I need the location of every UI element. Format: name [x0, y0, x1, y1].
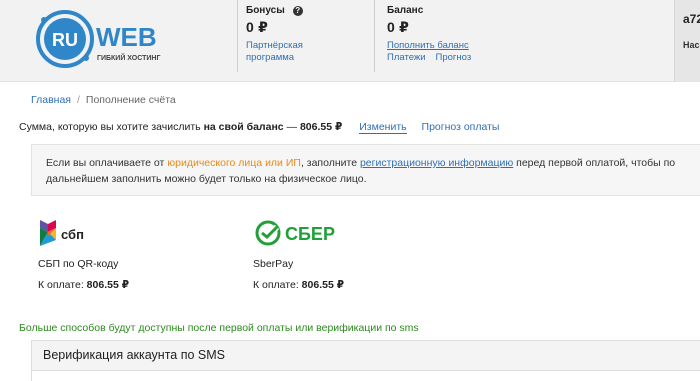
partner-program-line1: Партнёрская: [246, 40, 303, 51]
amount-value: 806.55 ₽: [299, 121, 343, 133]
more-methods-info: Больше способов будут доступны после пер…: [19, 322, 419, 334]
sberpay-price-label: К оплате:: [253, 279, 299, 291]
sbp-logo-text: сбп: [61, 227, 84, 242]
amount-bold: на свой баланс: [203, 121, 284, 133]
payment-forecast-link[interactable]: Прогноз оплаты: [422, 121, 500, 133]
notice-text-1: Если вы оплачиваете от: [46, 157, 165, 169]
user-menu[interactable]: a72 Нас: [674, 0, 700, 82]
balance-label: Баланс: [387, 5, 424, 16]
amount-prefix: Сумма, которую вы хотите зачислить: [19, 121, 201, 133]
bonus-label: Бонусы: [246, 5, 285, 16]
sbp-price: К оплате: 806.55 ₽: [38, 279, 198, 291]
sbp-logo: сбп: [38, 218, 198, 248]
partner-program-line2: программа: [246, 52, 295, 63]
sbp-price-label: К оплате:: [38, 279, 84, 291]
notice-text-4: дальнейшем заполнить можно будет только …: [46, 173, 367, 185]
change-amount-link[interactable]: Изменить: [359, 121, 407, 134]
amount-dash: —: [286, 121, 298, 133]
breadcrumb-separator: /: [76, 94, 80, 106]
logo-ru-text: RU: [52, 30, 78, 50]
breadcrumb-current: Пополнение счёта: [85, 94, 176, 106]
sberpay-name: SberPay: [253, 258, 294, 270]
breadcrumb-home-link[interactable]: Главная: [31, 94, 71, 106]
sberpay-price: К оплате: 806.55 ₽: [253, 279, 413, 291]
partner-program-link[interactable]: Партнёрская программа: [246, 40, 366, 64]
forecast-link[interactable]: Прогноз: [436, 52, 472, 64]
breadcrumb: Главная / Пополнение счёта: [31, 94, 176, 106]
topup-balance-link[interactable]: Пополнить баланс: [387, 40, 529, 52]
balance-value: 0 ₽: [387, 19, 410, 35]
amount-line: Сумма, которую вы хотите зачислить на св…: [19, 121, 500, 134]
logo-web-text: WEB: [96, 22, 157, 52]
balance-block: Баланс 0 ₽ Пополнить баланс Платежи Прог…: [378, 0, 538, 72]
sbp-name: СБП по QR-коду: [38, 258, 119, 270]
notice-legal-entity-text: юридического лица или ИП: [167, 157, 301, 169]
user-name: a72: [683, 12, 700, 26]
registration-info-link[interactable]: регистрационную информацию: [360, 157, 513, 169]
payment-method-sbp[interactable]: сбп СБП по QR-коду К оплате: 806.55 ₽: [38, 218, 198, 291]
sber-logo-text: СБЕР: [285, 224, 335, 244]
legal-entity-notice: Если вы оплачиваете от юридического лица…: [31, 144, 700, 196]
sms-verification-panel: Верификация аккаунта по SMS: [31, 340, 700, 381]
user-settings-label: Нас: [683, 40, 700, 50]
bonus-value: 0 ₽: [246, 19, 269, 35]
header: RU WEB ГИБКИЙ ХОСТИНГ Бонусы ? 0 ₽ Партн…: [0, 0, 700, 82]
sberpay-price-value: 806.55 ₽: [301, 279, 345, 291]
logo-tagline: ГИБКИЙ ХОСТИНГ: [97, 53, 160, 62]
sber-logo: СБЕР: [253, 218, 413, 248]
notice-text-3: перед первой оплатой, чтобы по: [516, 157, 676, 169]
question-icon[interactable]: ?: [292, 5, 303, 16]
ruweb-logo[interactable]: RU WEB ГИБКИЙ ХОСТИНГ: [34, 8, 164, 70]
sms-verification-title[interactable]: Верификация аккаунта по SMS: [32, 341, 700, 371]
sbp-price-value: 806.55 ₽: [86, 279, 130, 291]
payment-method-sberpay[interactable]: СБЕР SberPay К оплате: 806.55 ₽: [253, 218, 413, 291]
notice-text-2: , заполните: [300, 157, 358, 169]
bonus-block: Бонусы ? 0 ₽ Партнёрская программа: [237, 0, 375, 72]
payments-link[interactable]: Платежи: [387, 52, 426, 64]
